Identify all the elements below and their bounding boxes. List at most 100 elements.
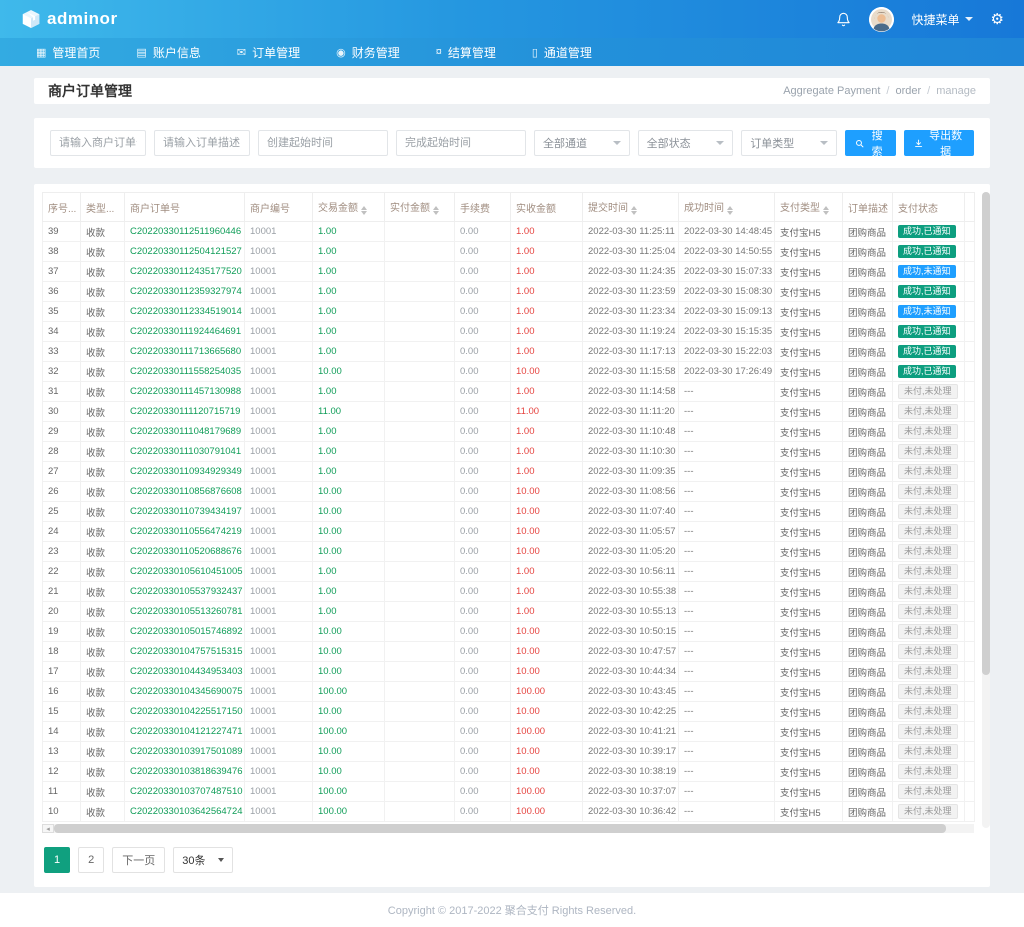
cell-type: 收款	[80, 761, 125, 782]
cell-pay-type: 支付宝H5	[774, 401, 843, 422]
nav-item-finance[interactable]: ◉ 财务管理	[318, 38, 418, 66]
cell-success-time: ---	[678, 741, 775, 762]
sort-icon[interactable]	[823, 206, 829, 215]
status-badge: 未付,未处理	[898, 724, 958, 739]
col-header-pay-status: 支付状态	[892, 192, 965, 222]
col-header-paid-amount: 实付金额	[384, 192, 455, 222]
cell-merchant-no: 10001	[244, 761, 313, 782]
nav-item-settle[interactable]: ¤ 结算管理	[418, 38, 514, 66]
status-badge: 成功,未通知	[898, 305, 956, 318]
cell-pay-status: 未付,未处理	[892, 741, 965, 762]
cell-filler	[964, 481, 975, 502]
vertical-scrollbar[interactable]	[982, 192, 990, 828]
cell-seq: 12	[42, 761, 81, 782]
nav-item-order[interactable]: ✉ 订单管理	[219, 38, 318, 66]
cell-order-desc: 团购商品	[842, 561, 893, 582]
cell-filler	[964, 301, 975, 322]
cell-success-time: ---	[678, 621, 775, 642]
sort-icon[interactable]	[361, 206, 367, 215]
cell-received: 1.00	[510, 301, 583, 322]
cell-pay-type: 支付宝H5	[774, 781, 843, 802]
col-header-label: 实付金额	[390, 203, 430, 214]
page-button-2[interactable]: 2	[78, 847, 105, 873]
next-page-button[interactable]: 下一页	[112, 847, 166, 873]
cell-filler	[964, 441, 975, 462]
filter-select-order-type[interactable]: 订单类型	[741, 130, 837, 156]
cell-amount: 10.00	[312, 541, 385, 562]
col-header-fee: 手续费	[454, 192, 511, 222]
finish-start-time-input[interactable]	[396, 130, 526, 156]
cell-pay-status: 未付,未处理	[892, 481, 965, 502]
cell-order-no: C20220330112359327974	[124, 281, 245, 302]
nav-item-label: 订单管理	[252, 45, 301, 60]
user-avatar[interactable]	[868, 6, 894, 32]
cell-amount: 10.00	[312, 521, 385, 542]
cell-amount: 10.00	[312, 361, 385, 382]
cell-pay-status: 未付,未处理	[892, 641, 965, 662]
cell-order-no: C20220330111457130988	[124, 381, 245, 402]
cell-paid-amount	[384, 381, 455, 402]
status-badge: 未付,未处理	[898, 804, 958, 819]
table-row: 10 收款 C20220330103642564724 10001 100.00 0.00…	[42, 801, 975, 822]
table-row: 32 收款 C20220330111558254035 10001 10.00 0.00 1…	[42, 361, 975, 382]
nav-item-account[interactable]: ▤ 账户信息	[118, 38, 218, 66]
cell-paid-amount	[384, 741, 455, 762]
sort-icon[interactable]	[433, 206, 439, 215]
search-button-label: 搜索	[871, 130, 883, 158]
cell-order-no: C20220330104121227471	[124, 721, 245, 742]
search-button[interactable]: 搜索	[844, 130, 897, 158]
cell-submit-time: 2022-03-30 11:17:13	[582, 341, 679, 362]
filter-select-channel[interactable]: 全部通道	[534, 130, 630, 156]
create-start-time-input[interactable]	[258, 130, 388, 156]
cell-pay-status: 未付,未处理	[892, 541, 965, 562]
cell-amount: 10.00	[312, 741, 385, 762]
cell-received: 1.00	[510, 261, 583, 282]
sort-icon[interactable]	[727, 206, 733, 215]
cell-received: 1.00	[510, 581, 583, 602]
sort-icon[interactable]	[631, 206, 637, 215]
cell-submit-time: 2022-03-30 11:19:24	[582, 321, 679, 342]
quick-menu-dropdown[interactable]: 快捷菜单	[912, 11, 973, 28]
status-badge: 成功,已通知	[898, 345, 956, 358]
cell-type: 收款	[80, 701, 125, 722]
horizontal-scrollbar[interactable]	[54, 824, 974, 833]
col-header-submit-time: 提交时间	[582, 192, 679, 222]
cell-paid-amount	[384, 721, 455, 742]
cell-pay-type: 支付宝H5	[774, 441, 843, 462]
nav-item-channel[interactable]: ▯ 通道管理	[514, 38, 610, 66]
logo[interactable]: adminor	[20, 8, 118, 30]
cell-pay-status: 未付,未处理	[892, 441, 965, 462]
table-row: 39 收款 C20220330112511960446 10001 1.00 0.00 1.…	[42, 221, 975, 242]
filter-select-value: 订单类型	[750, 138, 795, 150]
vertical-scrollbar-thumb[interactable]	[982, 192, 990, 676]
horizontal-scrollbar-thumb[interactable]	[54, 824, 947, 833]
status-badge: 未付,未处理	[898, 564, 958, 579]
order-desc-input[interactable]	[154, 130, 250, 156]
cell-paid-amount	[384, 601, 455, 622]
order-table-card: 序号... 类型... 商户订单号 商户编号 交易金额 实付金额 手续费 实收金额 提交时间 成功…	[34, 184, 990, 887]
page-button-1[interactable]: 1	[44, 847, 71, 873]
cell-pay-type: 支付宝H5	[774, 741, 843, 762]
cell-fee: 0.00	[454, 801, 511, 822]
gear-icon[interactable]: ⚙	[991, 12, 1004, 27]
cell-submit-time: 2022-03-30 10:37:07	[582, 781, 679, 802]
col-header-label: 商户订单号	[130, 203, 180, 215]
bell-icon[interactable]	[836, 12, 851, 27]
cell-paid-amount	[384, 481, 455, 502]
cell-received: 10.00	[510, 521, 583, 542]
cell-received: 1.00	[510, 461, 583, 482]
cell-merchant-no: 10001	[244, 441, 313, 462]
cell-seq: 16	[42, 681, 81, 702]
col-header-label: 支付状态	[898, 203, 938, 215]
cell-received: 10.00	[510, 741, 583, 762]
cell-pay-type: 支付宝H5	[774, 621, 843, 642]
export-button[interactable]: 导出数据	[904, 130, 974, 158]
filter-select-status[interactable]: 全部状态	[637, 130, 734, 156]
nav-item-dashboard[interactable]: ▦ 管理首页	[24, 38, 118, 66]
cell-seq: 14	[42, 721, 81, 742]
cell-merchant-no: 10001	[244, 401, 313, 422]
scroll-left-button[interactable]: ◂	[42, 824, 54, 833]
page-size-select[interactable]: 30条	[173, 847, 233, 873]
merchant-order-no-input[interactable]	[50, 130, 146, 156]
cell-pay-status: 未付,未处理	[892, 661, 965, 682]
